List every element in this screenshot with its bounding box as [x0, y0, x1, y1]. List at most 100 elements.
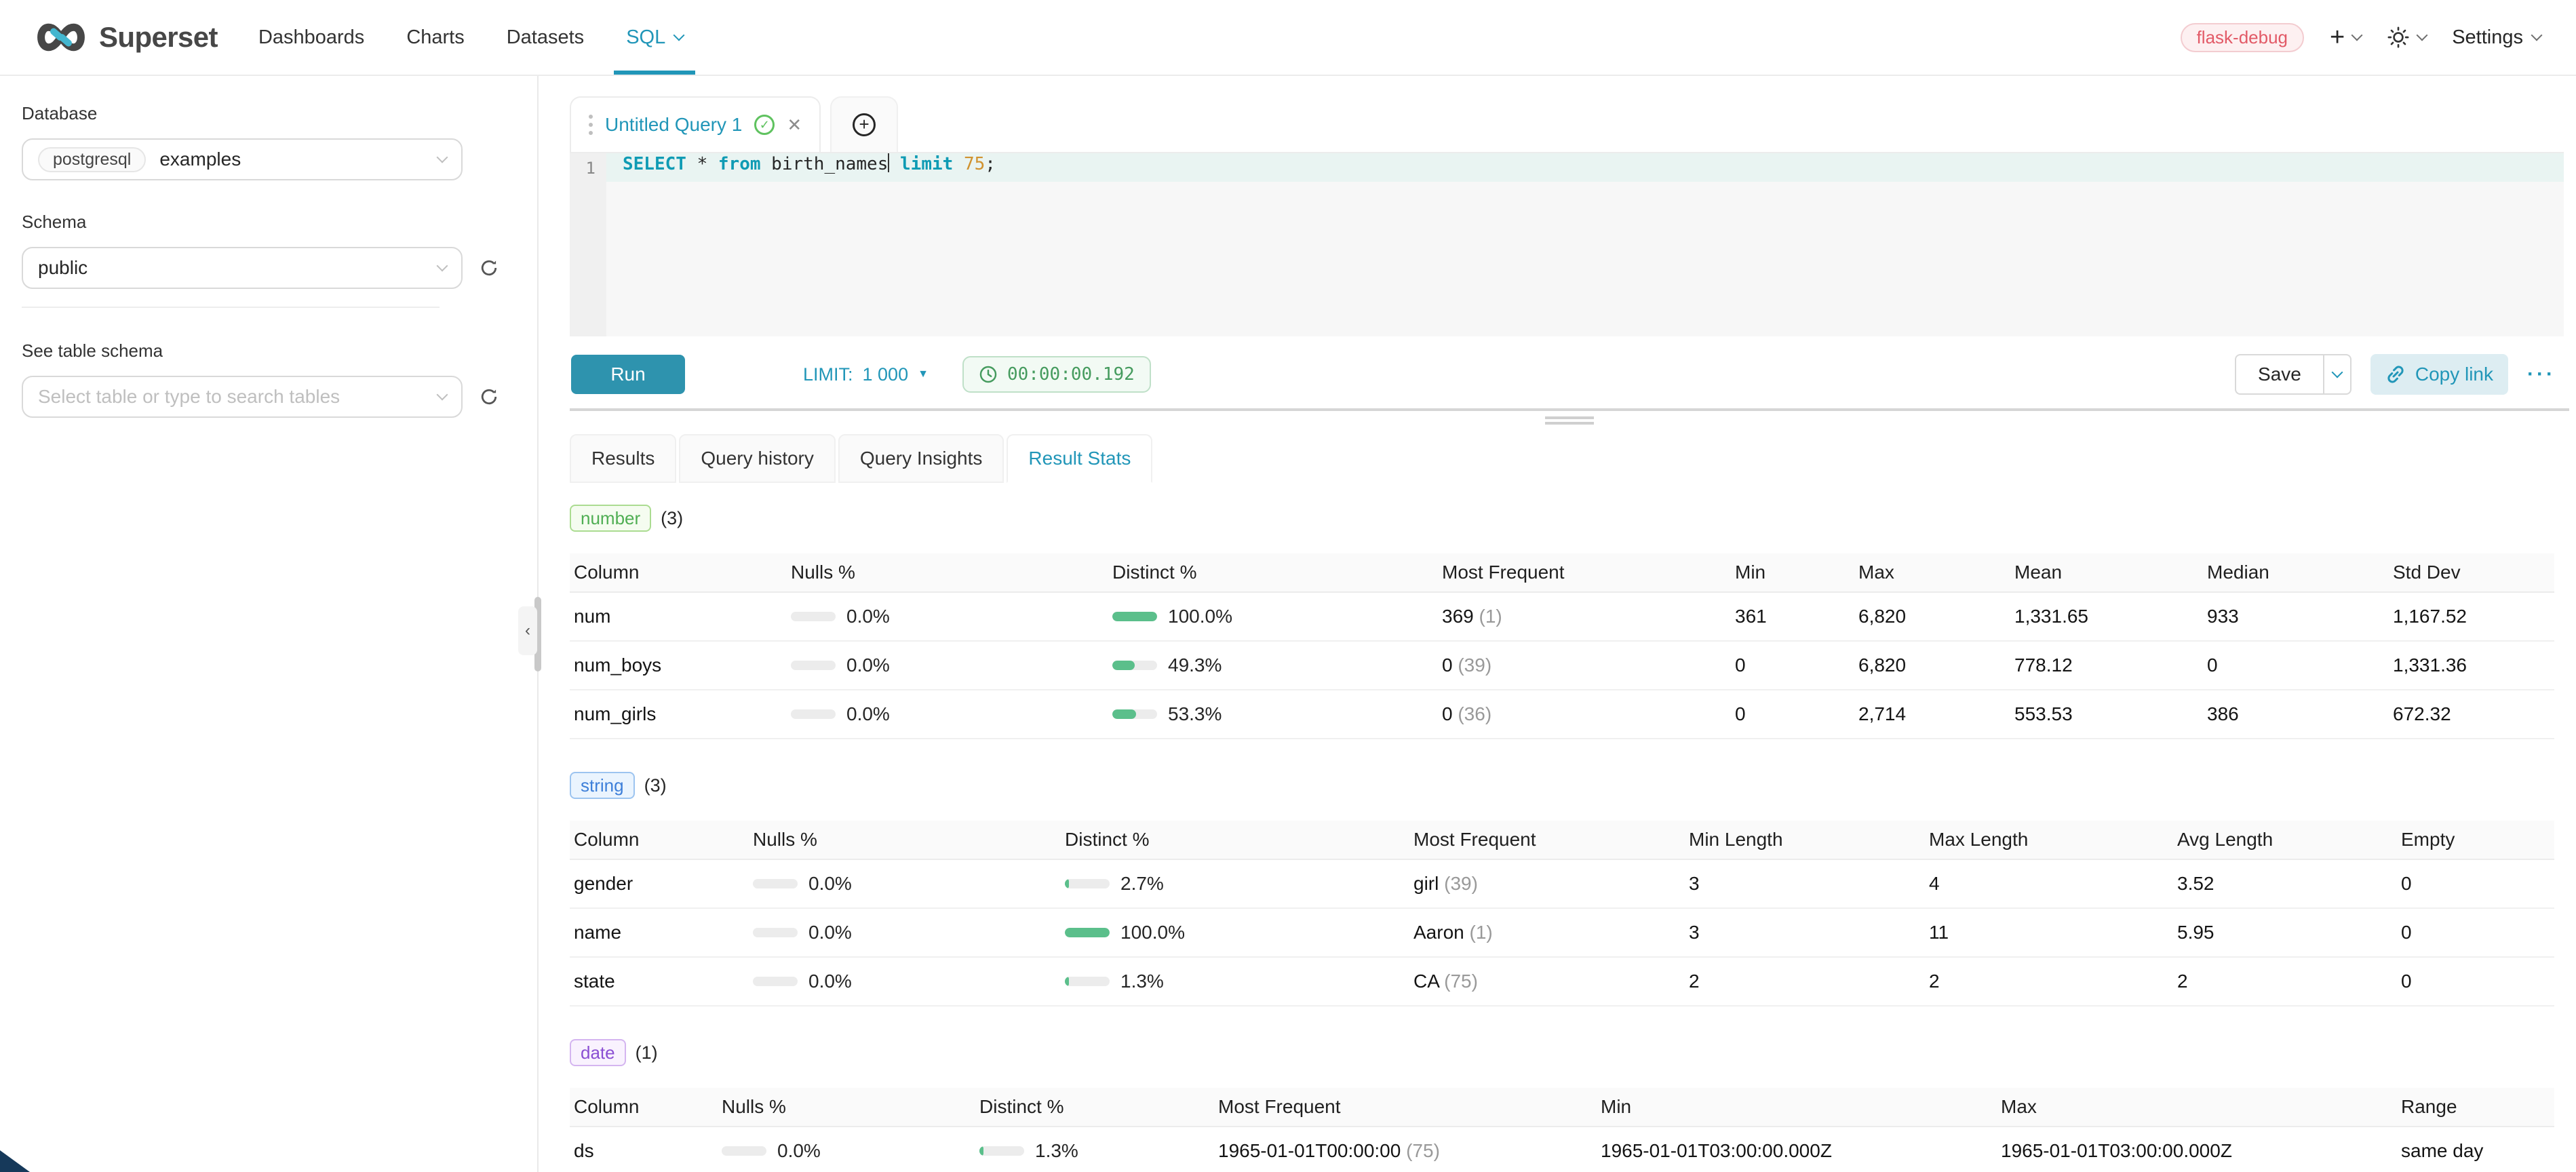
- more-actions-button[interactable]: ···: [2527, 363, 2556, 386]
- link-icon: [2385, 364, 2406, 385]
- refresh-schemas-icon[interactable]: [479, 258, 499, 278]
- stats-section-number: number(3)ColumnNulls %Distinct %Most Fre…: [570, 505, 2554, 739]
- percent-bar: [1112, 661, 1157, 670]
- line-number: 1: [586, 159, 596, 178]
- sql-lab-app: Superset Dashboards Charts Datasets SQL …: [0, 0, 2576, 1172]
- stats-table-header: ColumnNulls %Distinct %Most FrequentMin …: [570, 821, 2554, 860]
- limit-dropdown[interactable]: LIMIT: 1 000 ▼: [803, 364, 929, 385]
- run-button[interactable]: Run: [571, 355, 685, 394]
- stat-value-cell: 6,820: [1858, 655, 2014, 676]
- column-header: Column: [574, 829, 753, 851]
- query-tab[interactable]: Untitled Query 1 ✓ ✕: [570, 96, 821, 152]
- stat-value-cell: 3: [1689, 922, 1929, 943]
- stats-row: num0.0%100.0%369 (1)3616,8201,331.659331…: [570, 593, 2554, 642]
- theme-toggle-menu[interactable]: [2387, 26, 2426, 49]
- tab-result-stats[interactable]: Result Stats: [1007, 434, 1152, 483]
- brand[interactable]: Superset: [35, 21, 218, 54]
- tab-results[interactable]: Results: [570, 434, 676, 483]
- nulls-bar-cell: 0.0%: [753, 971, 1065, 992]
- column-header: Most Frequent: [1218, 1096, 1601, 1118]
- column-header: Nulls %: [791, 562, 1112, 583]
- nav-item-datasets[interactable]: Datasets: [507, 0, 584, 75]
- distinct-bar-cell: 49.3%: [1112, 655, 1442, 676]
- stat-value-cell: 1965-01-01T03:00:00.000Z: [1601, 1140, 2001, 1162]
- schema-value: public: [38, 257, 425, 279]
- type-badge-number: number: [570, 505, 651, 532]
- percent-label: 53.3%: [1168, 703, 1222, 724]
- distinct-bar-cell: 100.0%: [1065, 922, 1413, 943]
- nav-item-sql[interactable]: SQL: [626, 0, 683, 75]
- chevron-down-icon: [674, 30, 685, 41]
- stats-row: name0.0%100.0%Aaron (1)3115.950: [570, 909, 2554, 958]
- nulls-bar-cell: 0.0%: [722, 1140, 979, 1162]
- environment-badge: flask-debug: [2181, 23, 2304, 52]
- stat-value-cell: 0: [2401, 971, 2554, 992]
- stat-value-cell: 2: [2177, 971, 2401, 992]
- column-name-cell: num_boys: [574, 655, 791, 676]
- percent-label: 2.7%: [1120, 873, 1164, 894]
- new-item-menu[interactable]: +: [2330, 24, 2361, 50]
- percent-bar: [791, 661, 836, 670]
- stats-table-header: ColumnNulls %Distinct %Most FrequentMinM…: [570, 553, 2554, 593]
- stat-value-cell: 1,167.52: [2393, 606, 2554, 627]
- stat-value-cell: 5.95: [2177, 922, 2401, 943]
- distinct-bar-cell: 2.7%: [1065, 873, 1413, 895]
- column-name-cell: gender: [574, 873, 753, 895]
- panel-splitter[interactable]: [570, 408, 2569, 411]
- percent-label: 49.3%: [1168, 655, 1222, 676]
- column-header: Column: [574, 562, 791, 583]
- stat-value-cell: 933: [2207, 606, 2393, 627]
- stat-value-cell: 3.52: [2177, 873, 2401, 895]
- stats-row: num_boys0.0%49.3%0 (39)06,820778.1201,33…: [570, 642, 2554, 690]
- close-icon[interactable]: ✕: [787, 115, 802, 136]
- type-badge-date: date: [570, 1039, 626, 1066]
- chevron-down-icon: [2417, 30, 2428, 41]
- column-name-cell: ds: [574, 1140, 722, 1162]
- navbar: Superset Dashboards Charts Datasets SQL …: [0, 0, 2576, 76]
- save-split-button[interactable]: Save: [2235, 354, 2351, 395]
- stat-value-cell: 0: [2207, 655, 2393, 676]
- drag-handle-icon[interactable]: [1545, 416, 1594, 419]
- column-header: Min: [1601, 1096, 2001, 1118]
- stat-value-cell: 0: [1735, 655, 1858, 676]
- percent-label: 0.0%: [808, 971, 852, 992]
- stat-value-cell: 3: [1689, 873, 1929, 895]
- nav-item-charts[interactable]: Charts: [406, 0, 464, 75]
- column-header: Most Frequent: [1442, 562, 1735, 583]
- nav-item-dashboards[interactable]: Dashboards: [258, 0, 364, 75]
- sql-lab-main: Untitled Query 1 ✓ ✕ + 1 SELECT * from b…: [539, 76, 2576, 1172]
- navbar-right: flask-debug + Settings: [2181, 23, 2541, 52]
- clock-icon: [979, 365, 998, 384]
- distinct-bar-cell: 100.0%: [1112, 606, 1442, 627]
- nulls-bar-cell: 0.0%: [753, 873, 1065, 895]
- chevron-down-icon: [2531, 30, 2543, 41]
- table-select[interactable]: Select table or type to search tables: [22, 376, 463, 418]
- column-header: Distinct %: [1065, 829, 1413, 851]
- percent-label: 0.0%: [808, 873, 852, 894]
- query-success-icon: ✓: [754, 115, 775, 135]
- refresh-tables-icon[interactable]: [479, 387, 499, 407]
- percent-bar: [1112, 709, 1157, 719]
- query-tabstrip: Untitled Query 1 ✓ ✕ +: [570, 96, 2576, 152]
- stat-value-cell: 1,331.65: [2014, 606, 2207, 627]
- drag-handle-icon[interactable]: [589, 115, 593, 119]
- column-header: Nulls %: [722, 1096, 979, 1118]
- settings-menu[interactable]: Settings: [2452, 26, 2541, 49]
- save-options-button[interactable]: [2323, 354, 2351, 395]
- tab-query-insights[interactable]: Query Insights: [838, 434, 1004, 483]
- sql-editor[interactable]: 1 SELECT * from birth_names limit 75;: [570, 152, 2564, 336]
- query-timer-badge: 00:00:00.192: [962, 356, 1151, 393]
- editor-toolbar: Run LIMIT: 1 000 ▼ 00:00:00.192 Save: [570, 336, 2576, 408]
- tab-query-history[interactable]: Query history: [679, 434, 836, 483]
- column-name-cell: state: [574, 971, 753, 992]
- new-query-tab-button[interactable]: +: [830, 96, 898, 152]
- database-select[interactable]: postgresql examples: [22, 138, 463, 180]
- toolbar-right: Save Copy link ···: [2235, 354, 2556, 395]
- editor-code-area[interactable]: SELECT * from birth_names limit 75;: [606, 153, 2564, 336]
- copy-link-button[interactable]: Copy link: [2370, 354, 2508, 395]
- distinct-bar-cell: 1.3%: [979, 1140, 1218, 1162]
- column-header: Mean: [2014, 562, 2207, 583]
- save-button[interactable]: Save: [2235, 354, 2324, 395]
- collapse-sidebar-button[interactable]: ‹: [518, 606, 537, 655]
- schema-select[interactable]: public: [22, 247, 463, 289]
